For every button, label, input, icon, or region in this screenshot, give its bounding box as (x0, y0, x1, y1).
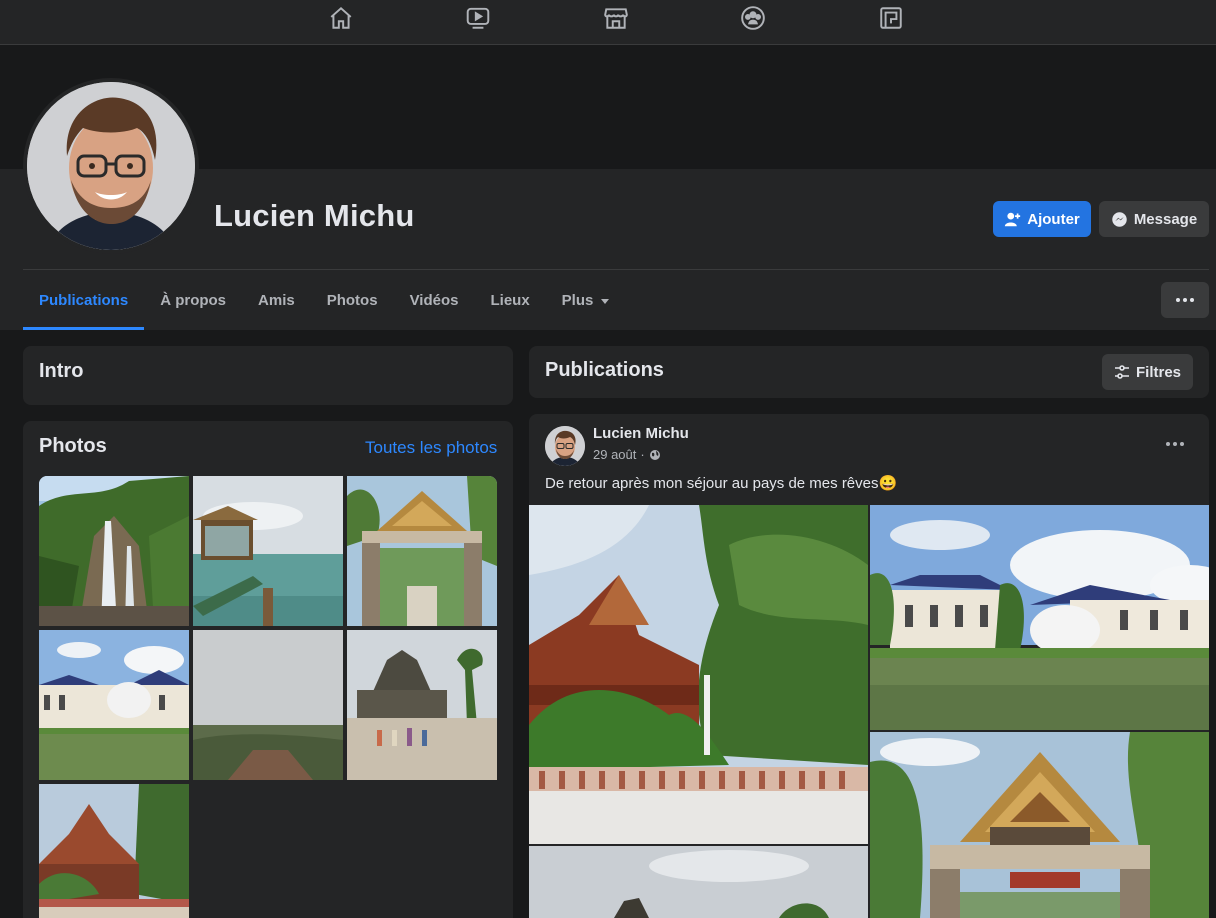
post-author-avatar[interactable] (545, 426, 585, 466)
photo-thumbnail[interactable] (39, 476, 189, 626)
all-photos-link[interactable]: Toutes les photos (365, 438, 497, 458)
profile-tabs: Publications À propos Amis Photos Vidéos… (23, 270, 625, 330)
tab-label: Plus (561, 291, 594, 309)
intro-title: Intro (39, 360, 84, 382)
marketplace-icon[interactable] (603, 5, 629, 31)
profile-avatar[interactable] (27, 82, 195, 250)
add-friend-icon (1005, 212, 1021, 226)
profile-more-button[interactable] (1161, 282, 1209, 318)
gaming-icon[interactable] (878, 5, 904, 31)
post-meta-separator: · (640, 447, 645, 462)
post-photo[interactable] (870, 505, 1209, 730)
messenger-icon (1112, 211, 1127, 227)
add-friend-label: Ajouter (1027, 210, 1080, 228)
photo-thumbnail[interactable] (39, 630, 189, 780)
tab-places[interactable]: Lieux (474, 270, 545, 330)
post-author-name[interactable]: Lucien Michu (593, 425, 689, 442)
photos-title: Photos (39, 435, 107, 457)
globe-icon (649, 449, 660, 460)
message-label: Message (1133, 210, 1198, 228)
dot (1176, 298, 1180, 302)
message-button[interactable]: Message (1099, 201, 1209, 237)
post-options-button[interactable] (1160, 430, 1190, 458)
home-icon[interactable] (328, 5, 354, 31)
post-photo[interactable] (529, 505, 868, 844)
top-navigation-bar (0, 0, 1216, 45)
dot (1173, 442, 1177, 446)
caret-down-icon (601, 298, 610, 304)
tab-label: Vidéos (409, 291, 459, 309)
tab-label: À propos (160, 291, 227, 309)
dot (1183, 298, 1187, 302)
tab-videos[interactable]: Vidéos (394, 270, 475, 330)
tab-label: Publications (39, 291, 129, 309)
filters-icon (1114, 365, 1129, 379)
photo-thumbnail[interactable] (193, 476, 343, 626)
tab-about[interactable]: À propos (144, 270, 242, 330)
publications-title: Publications (545, 359, 664, 381)
photo-thumbnail[interactable] (39, 784, 189, 918)
post-meta: 29 août · (593, 447, 661, 462)
tab-friends[interactable]: Amis (242, 270, 311, 330)
tab-label: Photos (326, 291, 378, 309)
add-friend-button[interactable]: Ajouter (993, 201, 1091, 237)
watch-icon[interactable] (465, 5, 491, 31)
groups-icon[interactable] (740, 5, 766, 31)
photo-thumbnail[interactable] (193, 630, 343, 780)
photo-thumbnail[interactable] (347, 630, 497, 780)
tab-publications[interactable]: Publications (23, 270, 145, 330)
dot (1166, 442, 1170, 446)
tab-more[interactable]: Plus (546, 270, 626, 330)
filters-label: Filtres (1135, 363, 1181, 381)
post-photo[interactable] (529, 846, 868, 918)
post-date[interactable]: 29 août (593, 447, 636, 462)
tab-label: Amis (258, 291, 295, 309)
profile-name: Lucien Michu (214, 198, 415, 233)
intro-card: Intro (23, 346, 513, 405)
post-text: De retour après mon séjour au pays de me… (545, 475, 898, 492)
dot (1190, 298, 1194, 302)
photo-thumbnail[interactable] (347, 476, 497, 626)
dot (1180, 442, 1184, 446)
tab-photos[interactable]: Photos (311, 270, 394, 330)
post-photo[interactable] (870, 732, 1209, 918)
filters-button[interactable]: Filtres (1102, 354, 1193, 390)
tab-label: Lieux (490, 291, 530, 309)
